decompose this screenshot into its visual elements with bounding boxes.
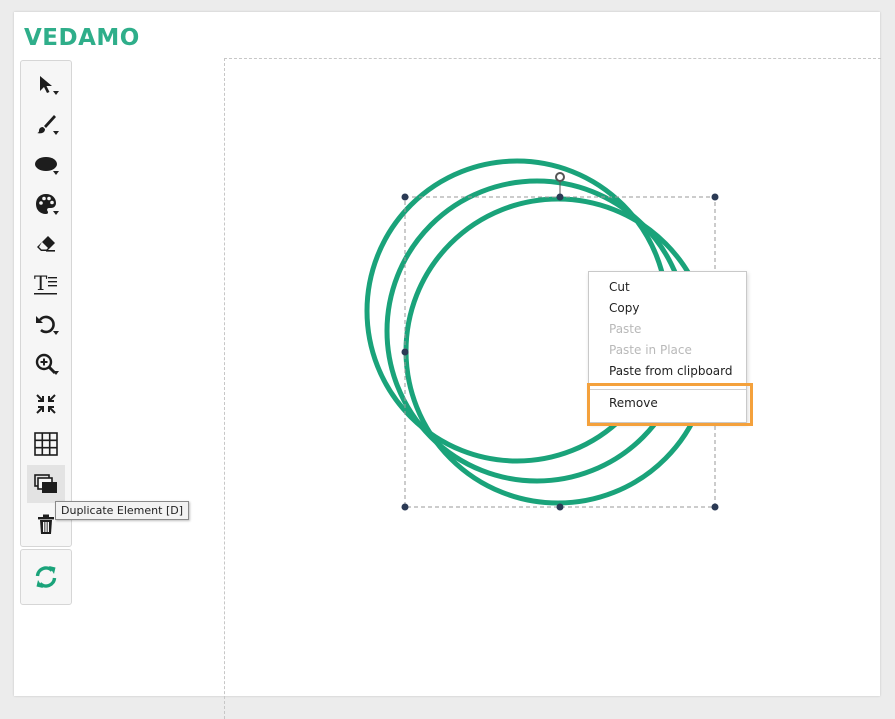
text-tool-button[interactable]: T bbox=[27, 265, 65, 303]
select-tool-button[interactable] bbox=[27, 65, 65, 103]
resize-handle-n[interactable] bbox=[556, 193, 564, 201]
resize-handle-sw[interactable] bbox=[401, 503, 409, 511]
tools-toolbar: T bbox=[20, 60, 72, 547]
rotate-handle[interactable] bbox=[555, 172, 565, 182]
remove-highlight-box bbox=[587, 383, 753, 426]
color-tool-button[interactable] bbox=[27, 185, 65, 223]
resize-handle-s[interactable] bbox=[556, 503, 564, 511]
submenu-caret-icon bbox=[53, 371, 59, 375]
menu-item-paste-in-place[interactable]: Paste in Place bbox=[609, 343, 692, 357]
grid-tool-button[interactable] bbox=[27, 425, 65, 463]
submenu-caret-icon bbox=[53, 331, 59, 335]
fit-tool-button[interactable] bbox=[27, 385, 65, 423]
canvas-drawing[interactable] bbox=[0, 0, 895, 708]
menu-item-cut[interactable]: Cut bbox=[609, 280, 630, 294]
ellipse-icon bbox=[35, 157, 57, 171]
eraser-tool-button[interactable] bbox=[27, 225, 65, 263]
text-icon: T bbox=[34, 272, 57, 295]
undo-tool-button[interactable] bbox=[27, 305, 65, 343]
compress-icon bbox=[36, 394, 56, 414]
resize-handle-w[interactable] bbox=[401, 348, 409, 356]
submenu-caret-icon bbox=[53, 171, 59, 175]
menu-item-paste-from-clipboard[interactable]: Paste from clipboard bbox=[609, 364, 732, 378]
brush-tool-button[interactable] bbox=[27, 105, 65, 143]
menu-item-paste[interactable]: Paste bbox=[609, 322, 641, 336]
shape-tool-button[interactable] bbox=[27, 145, 65, 183]
svg-text:T: T bbox=[34, 272, 48, 295]
resize-handle-se[interactable] bbox=[711, 503, 719, 511]
duplicate-icon bbox=[34, 474, 57, 493]
submenu-caret-icon bbox=[53, 91, 59, 95]
submenu-caret-icon bbox=[53, 131, 59, 135]
trash-icon bbox=[38, 514, 54, 534]
duplicate-tooltip: Duplicate Element [D] bbox=[55, 501, 189, 520]
refresh-button[interactable] bbox=[27, 558, 65, 596]
duplicate-tool-button[interactable] bbox=[27, 465, 65, 503]
submenu-caret-icon bbox=[53, 211, 59, 215]
zoom-tool-button[interactable] bbox=[27, 345, 65, 383]
resize-handle-ne[interactable] bbox=[711, 193, 719, 201]
eraser-icon bbox=[37, 236, 55, 252]
resize-handle-nw[interactable] bbox=[401, 193, 409, 201]
grid-icon bbox=[34, 432, 58, 456]
refresh-panel bbox=[20, 549, 72, 605]
refresh-icon bbox=[35, 566, 57, 588]
menu-item-copy[interactable]: Copy bbox=[609, 301, 639, 315]
